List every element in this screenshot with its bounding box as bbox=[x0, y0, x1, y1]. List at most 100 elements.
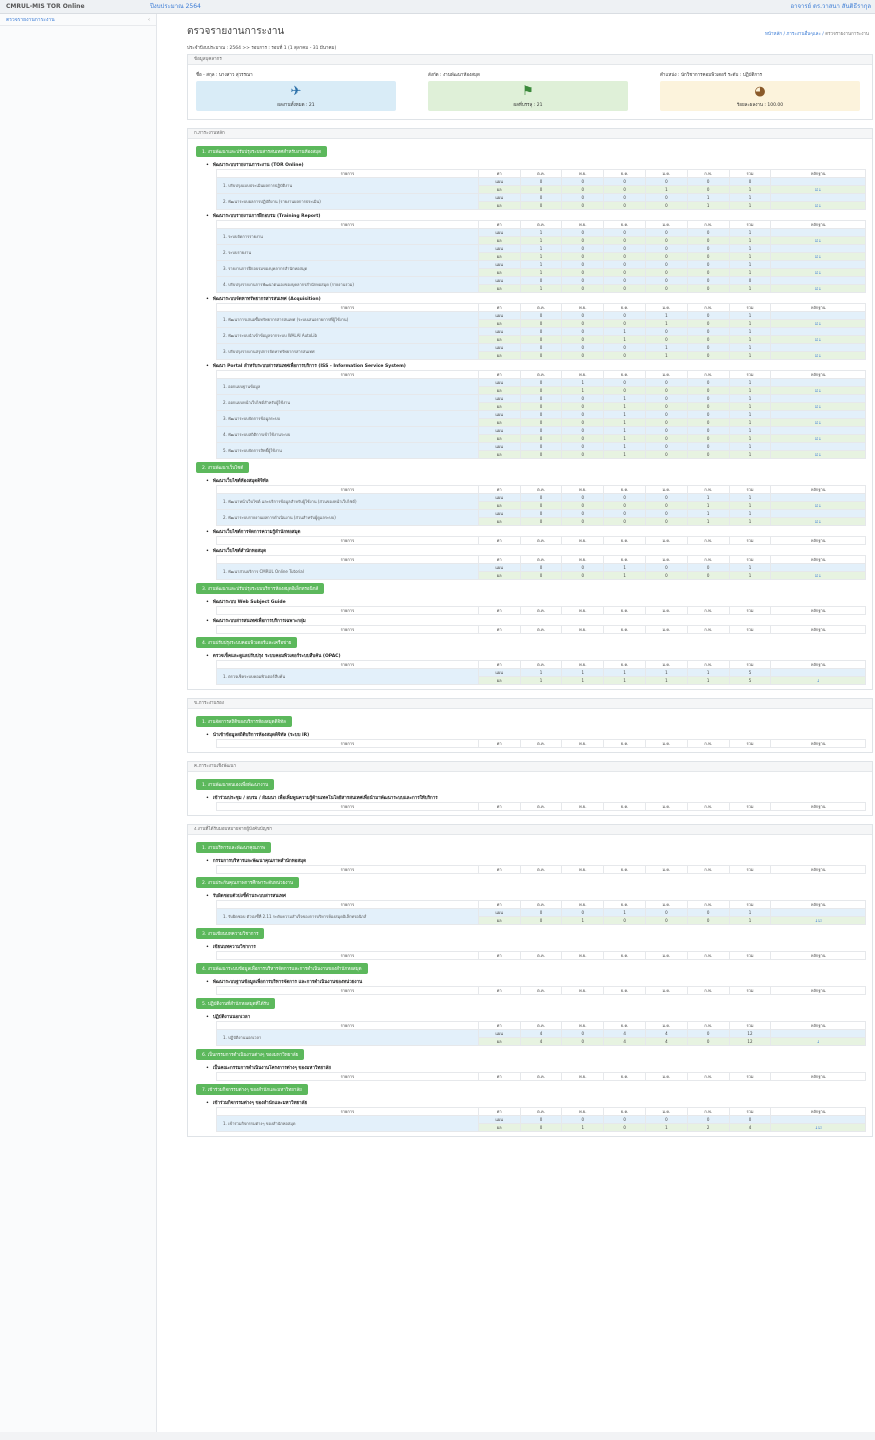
category-button[interactable]: 3. งานพัฒนาและปรับปรุงระบบบริการห้องสมุด… bbox=[196, 583, 325, 594]
column-header: ก.พ. bbox=[686, 802, 730, 811]
column-header: รวม bbox=[728, 802, 772, 811]
plan-value: 0 bbox=[644, 260, 688, 269]
evidence-icon[interactable]: ☑↓ bbox=[770, 201, 866, 210]
result-value: 1 bbox=[728, 319, 772, 328]
column-header: ค่า bbox=[477, 1107, 521, 1116]
column-header: รายการ bbox=[216, 1072, 479, 1081]
evidence-icon[interactable]: ☑↓ bbox=[770, 268, 866, 277]
result-value: 0 bbox=[644, 402, 688, 411]
table-header-row: รายการ ค่า ต.ค. พ.ย. ธ.ค. ม.ค. ก.พ. รวม หลักฐาน bbox=[216, 1072, 866, 1081]
breadcrumb-home[interactable]: หน้าหลัก bbox=[765, 32, 782, 37]
column-header: ธ.ค. bbox=[603, 951, 646, 960]
section-title: เข้าร่วมประชุม / อบรม / สัมมนา เพื่อเพิ่… bbox=[206, 794, 864, 801]
evidence-icon[interactable]: ☑↓ bbox=[770, 571, 866, 580]
table-row-plan: 1. ตรวจเช็คระบบคอมพิวเตอร์สืบค้น แผน 1 1 1 1 1… bbox=[216, 668, 866, 685]
result-value: 0 bbox=[644, 571, 688, 580]
result-value: 0 bbox=[686, 450, 730, 459]
evidence-icon[interactable]: ☑↓ bbox=[770, 434, 866, 443]
column-header: ธ.ค. bbox=[603, 625, 646, 634]
category-button[interactable]: 4. งานพัฒนาระบบข้อมูลเพื่อการบริหารจัดกา… bbox=[196, 963, 368, 974]
row-type-plan: แผน bbox=[477, 1029, 521, 1038]
evidence-cell bbox=[770, 260, 866, 269]
column-header: ธ.ค. bbox=[603, 1107, 646, 1116]
category-button[interactable]: 6. เป็นกรรมการดำเนินงานต่างๆ ของมหาวิทยา… bbox=[196, 1049, 305, 1060]
column-header: หลักฐาน bbox=[770, 951, 866, 960]
table-header-row: รายการ ค่า ต.ค. พ.ย. ธ.ค. ม.ค. ก.พ. รวม หลักฐาน bbox=[216, 220, 866, 229]
result-value: 1 bbox=[603, 434, 646, 443]
evidence-icon[interactable]: ↓☑ bbox=[770, 1123, 866, 1132]
category-button[interactable]: 7. เข้าร่วมกิจกรรมต่างๆ ของสำนักและมหาวิ… bbox=[196, 1084, 308, 1095]
evidence-icon[interactable]: ☑↓ bbox=[770, 185, 866, 194]
evidence-icon[interactable]: ↓ bbox=[770, 1037, 866, 1046]
evidence-icon[interactable]: ☑↓ bbox=[770, 351, 866, 360]
evidence-icon[interactable]: ☑↓ bbox=[770, 252, 866, 261]
row-type-result: ผล bbox=[477, 418, 521, 427]
column-header: รายการ bbox=[216, 865, 479, 874]
category-button[interactable]: 4. งานปรับปรุงระบบคอมพิวเตอร์และเครือข่า… bbox=[196, 637, 298, 648]
result-value: 0 bbox=[561, 1037, 605, 1046]
item-label: 2. ระบบรายงาน bbox=[216, 244, 479, 261]
item-label: 2. พัฒนาระบบรายงานผลการดำเนินงาน (ส่วนสำ… bbox=[216, 509, 479, 526]
column-header: ต.ค. bbox=[519, 555, 563, 564]
row-type-plan: แผน bbox=[477, 343, 521, 352]
column-header: ธ.ค. bbox=[603, 865, 646, 874]
evidence-icon[interactable]: ☑↓ bbox=[770, 517, 866, 526]
evidence-icon[interactable]: ☑↓ bbox=[770, 236, 866, 245]
column-header: พ.ย. bbox=[561, 370, 605, 379]
evidence-icon[interactable]: ☑↓ bbox=[770, 501, 866, 510]
evidence-cell bbox=[770, 442, 866, 451]
column-header: ต.ค. bbox=[519, 802, 563, 811]
workload-table: รายการ ค่า ต.ค. พ.ย. ธ.ค. ม.ค. ก.พ. รวม หลักฐาน 1… bbox=[216, 900, 866, 925]
column-header: รายการ bbox=[216, 536, 479, 545]
plan-value: 0 bbox=[603, 509, 646, 518]
evidence-icon[interactable]: ☑↓ bbox=[770, 335, 866, 344]
result-value: 4 bbox=[728, 1123, 772, 1132]
percent-work-label: ร้อยละผลงาน : 100.00 bbox=[736, 103, 784, 108]
column-header: ธ.ค. bbox=[603, 169, 646, 178]
total-work-label: ผลงานทั้งหมด : 21 bbox=[277, 103, 315, 108]
plan-value: 0 bbox=[519, 426, 563, 435]
category-button[interactable]: 1. งานพัฒนาตนเองเพื่อพัฒนางาน bbox=[196, 779, 275, 790]
evidence-icon[interactable]: ☑↓ bbox=[770, 418, 866, 427]
result-value: 0 bbox=[519, 571, 563, 580]
evidence-cell bbox=[770, 343, 866, 352]
column-header: ก.พ. bbox=[686, 555, 730, 564]
column-header: ต.ค. bbox=[519, 1021, 563, 1030]
evidence-icon[interactable]: ☑↓ bbox=[770, 450, 866, 459]
fiscal-year-selector[interactable]: ปีงบประมาณ 2564 bbox=[150, 0, 201, 14]
evidence-icon[interactable]: ☑↓ bbox=[770, 402, 866, 411]
user-menu[interactable]: อาจารย์ ดร.วาสนา สันติธีรากุล bbox=[790, 0, 871, 14]
breadcrumb-workload[interactable]: ภาระงานอื่นๆและ bbox=[786, 32, 820, 37]
result-value: 0 bbox=[686, 571, 730, 580]
workload-table: รายการ ค่า ต.ค. พ.ย. ธ.ค. ม.ค. ก.พ. รวม หลักฐาน bbox=[216, 951, 866, 960]
category-button[interactable]: 3. งานเขียนบทความวิชาการ bbox=[196, 928, 265, 939]
category-button[interactable]: 2. งานประกันคุณภาพการศึกษาระดับหน่วยงาน bbox=[196, 877, 300, 888]
result-value: 0 bbox=[686, 319, 730, 328]
category-button[interactable]: 1. งานบริหารและพัฒนาคุณภาพ bbox=[196, 842, 272, 853]
evidence-icon[interactable]: ☑↓ bbox=[770, 319, 866, 328]
evidence-icon[interactable]: ☑↓ bbox=[770, 284, 866, 293]
evidence-icon[interactable]: ☑↓ bbox=[770, 386, 866, 395]
workload-table: รายการ ค่า ต.ค. พ.ย. ธ.ค. ม.ค. ก.พ. รวม หลักฐาน 1… bbox=[216, 555, 866, 580]
sidebar-item-check-report[interactable]: ตรวจรายงานการะงาน ‹ bbox=[0, 14, 156, 26]
category-button[interactable]: 2. งานพัฒนาเว็บไซต์ bbox=[196, 462, 250, 473]
result-value: 0 bbox=[519, 434, 563, 443]
category-button[interactable]: 1. งานพัฒนาและปรับปรุงระบบสารสนเทศสำหรับ… bbox=[196, 146, 328, 157]
plan-value: 0 bbox=[644, 563, 688, 572]
column-header: ต.ค. bbox=[519, 865, 563, 874]
column-header: ธ.ค. bbox=[603, 739, 646, 748]
plan-value: 0 bbox=[686, 276, 730, 285]
item-label: 1. รับผิดชอบ ตัวบ่งชี้ที่ 2.11 ระดับความ… bbox=[216, 908, 479, 925]
column-header: ม.ค. bbox=[644, 1072, 688, 1081]
column-header: ก.พ. bbox=[686, 739, 730, 748]
category-button[interactable]: 5. ปฏิบัติงานที่สำนักหอสมุดที่ได้รับ bbox=[196, 998, 275, 1009]
evidence-cell bbox=[770, 668, 866, 677]
plan-value: 1 bbox=[644, 343, 688, 352]
category-button[interactable]: 1. งานจัดการสถิติของบริการห้องสมุดดิจิทั… bbox=[196, 716, 292, 727]
workload-table: รายการ ค่า ต.ค. พ.ย. ธ.ค. ม.ค. ก.พ. รวม หลักฐาน bbox=[216, 606, 866, 615]
evidence-icon[interactable]: ↓ bbox=[770, 676, 866, 685]
plan-value: 12 bbox=[728, 1029, 772, 1038]
app-brand[interactable]: CMRUL-MIS TOR Online bbox=[6, 0, 85, 14]
column-header: ค่า bbox=[477, 220, 521, 229]
evidence-icon[interactable]: ↓☑ bbox=[770, 916, 866, 925]
